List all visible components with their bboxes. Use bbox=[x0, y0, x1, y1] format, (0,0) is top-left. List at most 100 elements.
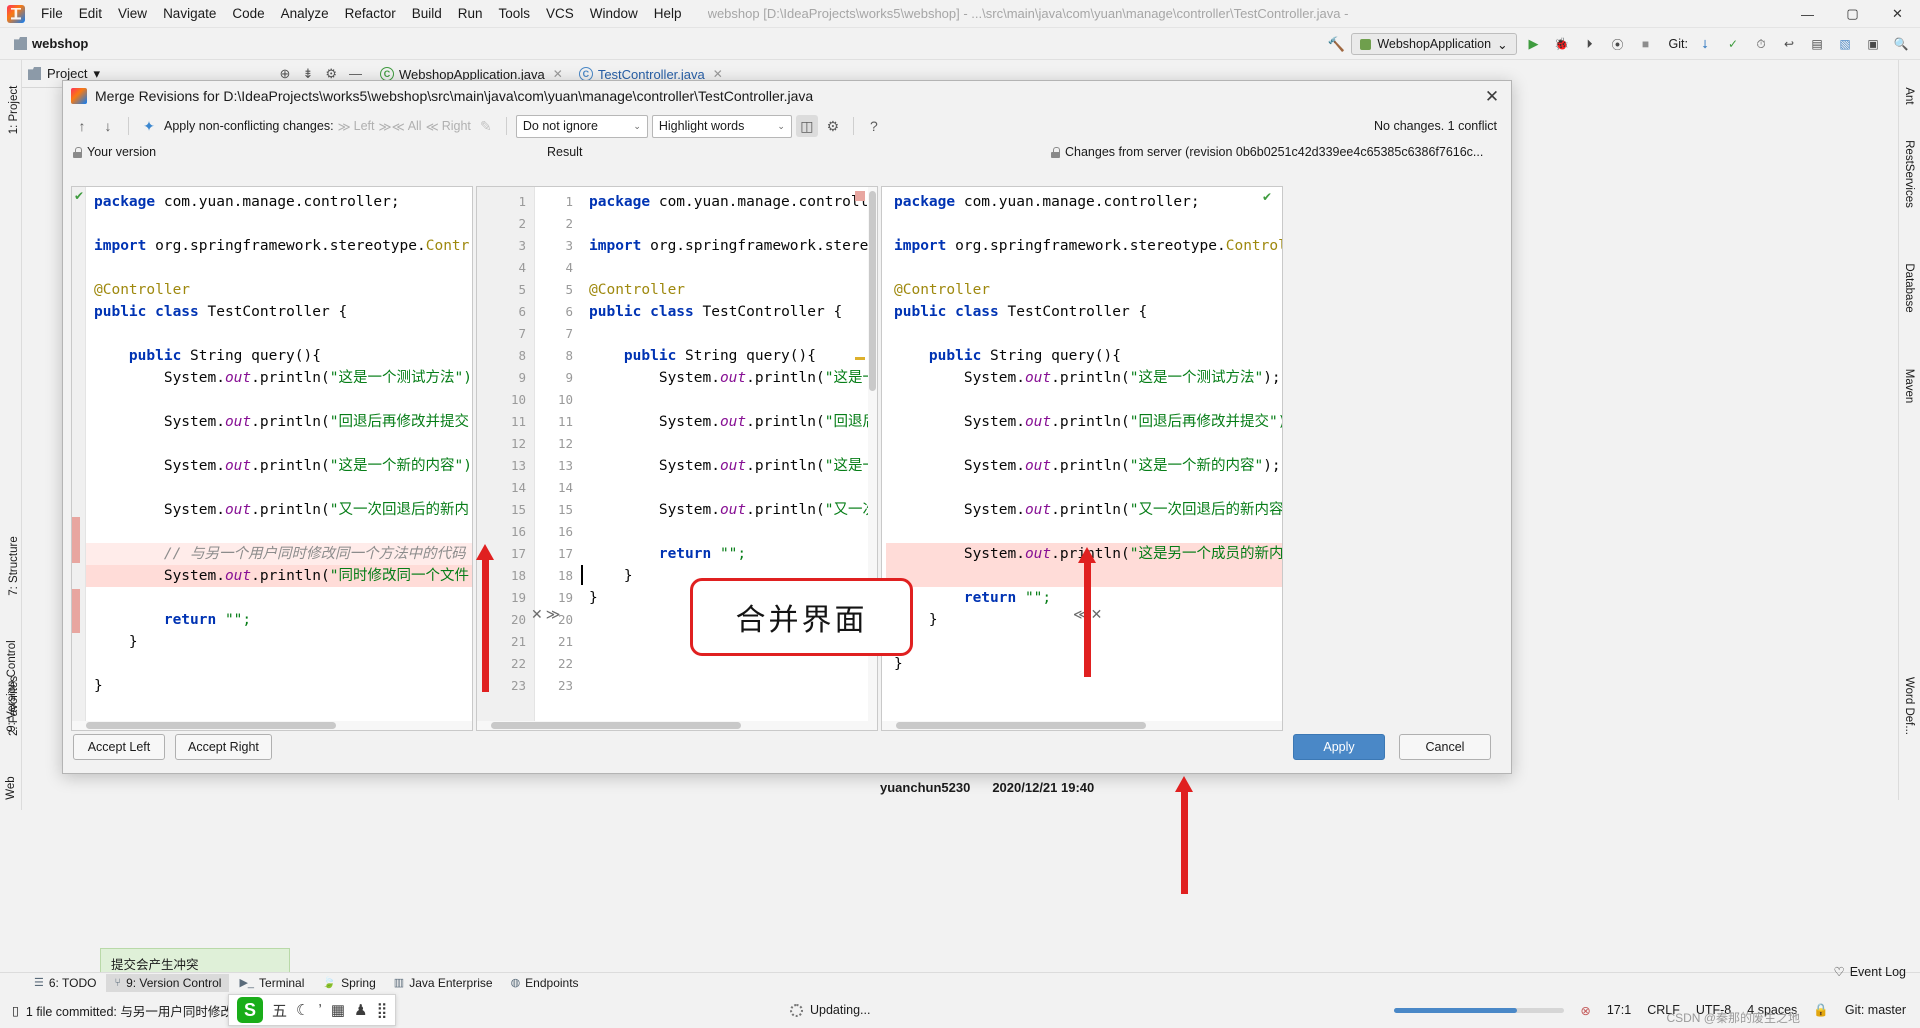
gear-icon[interactable]: ⚙ bbox=[822, 115, 844, 137]
apply-all-icon[interactable]: ✦ bbox=[138, 115, 160, 137]
stop-process-icon[interactable]: ⊗ bbox=[1580, 1003, 1590, 1018]
apply-right-button[interactable]: ≪ Right bbox=[426, 119, 471, 134]
apply-button[interactable]: Apply bbox=[1293, 734, 1385, 760]
menu-view[interactable]: View bbox=[110, 3, 155, 24]
ime-mode-icon[interactable]: 五 bbox=[272, 1000, 287, 1021]
ime-tools-icon[interactable]: ⣿ bbox=[376, 1001, 387, 1019]
left-version-pane[interactable]: ✔ package com.yuan.manage.controller; im… bbox=[71, 186, 473, 731]
menu-file[interactable]: File bbox=[33, 3, 71, 24]
menu-build[interactable]: Build bbox=[404, 3, 450, 24]
accept-right-button[interactable]: Accept Right bbox=[175, 734, 272, 760]
tool-window-terminal[interactable]: ▶_ Terminal bbox=[231, 974, 312, 992]
sidebar-item-web[interactable]: Web bbox=[5, 767, 17, 809]
sidebar-item-maven[interactable]: Maven bbox=[1903, 355, 1915, 417]
tool-window-java-enterprise[interactable]: ▥ Java Enterprise bbox=[386, 974, 501, 992]
document-icon: ▯ bbox=[12, 1003, 19, 1018]
git-branch-status[interactable]: Git: master bbox=[1845, 1003, 1906, 1017]
profile-icon[interactable]: ⦿ bbox=[1607, 33, 1629, 55]
ime-punct-icon[interactable]: ʼ bbox=[318, 1002, 321, 1019]
tool-window-version-control[interactable]: ⑂ 9: Version Control bbox=[106, 973, 230, 992]
sogou-logo-icon[interactable]: S bbox=[237, 997, 263, 1023]
menu-run[interactable]: Run bbox=[450, 3, 491, 24]
previous-difference-icon[interactable]: ↑ bbox=[71, 115, 93, 137]
run-configuration-selector[interactable]: WebshopApplication ⌄ bbox=[1351, 33, 1517, 55]
reject-left-icon[interactable]: ✕ bbox=[531, 606, 543, 623]
sidebar-item-structure[interactable]: 7: Structure bbox=[8, 527, 20, 605]
run-coverage-icon[interactable]: ⏵ bbox=[1579, 33, 1601, 55]
git-commit-icon[interactable]: ✓ bbox=[1722, 33, 1744, 55]
ignore-policy-select[interactable]: Do not ignore ⌄ bbox=[515, 114, 648, 138]
menu-code[interactable]: Code bbox=[224, 3, 272, 24]
line-number: 7 bbox=[565, 326, 573, 341]
close-icon[interactable]: ✕ bbox=[713, 67, 723, 81]
sidebar-item-word-definition[interactable]: Word Def... bbox=[1903, 661, 1915, 751]
sidebar-item-favorites[interactable]: 2: Favorites bbox=[8, 667, 20, 745]
ime-user-icon[interactable]: ♟ bbox=[354, 1001, 367, 1019]
event-log-button[interactable]: ♡ Event Log bbox=[1833, 964, 1906, 980]
conflict-indicator bbox=[855, 191, 865, 201]
project-tool-title[interactable]: Project bbox=[47, 66, 87, 81]
code-line: System.out.println("回退后再修改并提交") bbox=[894, 414, 1282, 430]
tool-window-endpoints[interactable]: ◍ Endpoints bbox=[503, 974, 587, 992]
updates-icon[interactable]: ▤ bbox=[1806, 33, 1828, 55]
run-configuration-label: WebshopApplication bbox=[1377, 37, 1492, 51]
apply-all-button[interactable]: ≫≪ All bbox=[379, 119, 422, 134]
caret-position[interactable]: 17:1 bbox=[1607, 1003, 1631, 1017]
accept-left-button[interactable]: Accept Left bbox=[73, 734, 165, 760]
sidebar-item-ant[interactable]: Ant bbox=[1903, 76, 1915, 116]
git-revert-icon[interactable]: ↩ bbox=[1778, 33, 1800, 55]
hide-panel-icon[interactable]: — bbox=[349, 66, 362, 81]
sidebar-item-restservices[interactable]: RestServices bbox=[1903, 124, 1915, 224]
apply-left-button[interactable]: ≫ Left bbox=[338, 119, 375, 134]
intellij-logo-icon bbox=[71, 88, 87, 104]
sidebar-item-project[interactable]: 1: Project bbox=[8, 71, 20, 149]
highlight-policy-select[interactable]: Highlight words ⌄ bbox=[651, 114, 792, 138]
sidebar-item-database[interactable]: Database bbox=[1903, 248, 1915, 328]
menu-refactor[interactable]: Refactor bbox=[337, 3, 404, 24]
ime-moon-icon[interactable]: ☾ bbox=[296, 1001, 309, 1019]
left-conflict-actions[interactable]: ✕ ≫ bbox=[531, 606, 560, 623]
left-pane-gutter[interactable]: ✔ bbox=[72, 187, 86, 730]
layout-icon[interactable]: ▣ bbox=[1862, 33, 1884, 55]
tool-window-todo[interactable]: ☰ 6: TODO bbox=[26, 974, 104, 992]
menu-tools[interactable]: Tools bbox=[491, 3, 539, 24]
menu-help[interactable]: Help bbox=[646, 3, 690, 24]
ime-toolbar[interactable]: S 五 ☾ ʼ ▦ ♟ ⣿ bbox=[228, 994, 397, 1026]
debug-icon[interactable]: 🐞 bbox=[1551, 33, 1573, 55]
menu-edit[interactable]: Edit bbox=[71, 3, 110, 24]
collapse-unchanged-icon[interactable]: ◫ bbox=[795, 115, 818, 137]
minimize-button[interactable]: — bbox=[1785, 0, 1830, 28]
chevron-down-icon: ⌄ bbox=[633, 120, 641, 131]
left-tool-strip-lower: 2: Favorites Web bbox=[0, 660, 22, 810]
git-history-icon[interactable]: ⏱ bbox=[1750, 33, 1772, 55]
magic-wand-icon[interactable]: ✎ bbox=[475, 115, 497, 137]
lock-icon bbox=[1051, 146, 1060, 158]
maximize-button[interactable]: ▢ bbox=[1830, 0, 1875, 28]
inspect-icon[interactable]: ▧ bbox=[1834, 33, 1856, 55]
menu-vcs[interactable]: VCS bbox=[538, 3, 582, 24]
menu-analyze[interactable]: Analyze bbox=[273, 3, 337, 24]
tool-window-spring[interactable]: 🍃 Spring bbox=[314, 974, 383, 992]
accept-left-chevrons-icon[interactable]: ≫ bbox=[546, 606, 561, 623]
search-icon[interactable]: 🔍 bbox=[1890, 33, 1912, 55]
hammer-icon[interactable]: 🔨 bbox=[1328, 36, 1345, 53]
help-icon[interactable]: ? bbox=[863, 115, 885, 137]
ime-keyboard-icon[interactable]: ▦ bbox=[331, 1001, 345, 1019]
menu-navigate[interactable]: Navigate bbox=[155, 3, 224, 24]
next-difference-icon[interactable]: ↓ bbox=[97, 115, 119, 137]
left-code-content[interactable]: package com.yuan.manage.controller; impo… bbox=[86, 187, 472, 730]
close-window-button[interactable]: ✕ bbox=[1875, 0, 1920, 28]
stop-icon[interactable]: ■ bbox=[1635, 33, 1657, 55]
git-update-icon[interactable]: ⭣ bbox=[1694, 33, 1716, 55]
lock-icon[interactable]: 🔒 bbox=[1813, 1003, 1829, 1018]
run-icon[interactable]: ▶ bbox=[1523, 33, 1545, 55]
cancel-button[interactable]: Cancel bbox=[1399, 734, 1491, 760]
dialog-close-button[interactable]: ✕ bbox=[1479, 86, 1505, 108]
menu-window[interactable]: Window bbox=[582, 3, 646, 24]
close-icon[interactable]: ✕ bbox=[553, 67, 563, 81]
breadcrumb[interactable]: webshop bbox=[32, 36, 88, 51]
line-number: 14 bbox=[557, 480, 573, 495]
